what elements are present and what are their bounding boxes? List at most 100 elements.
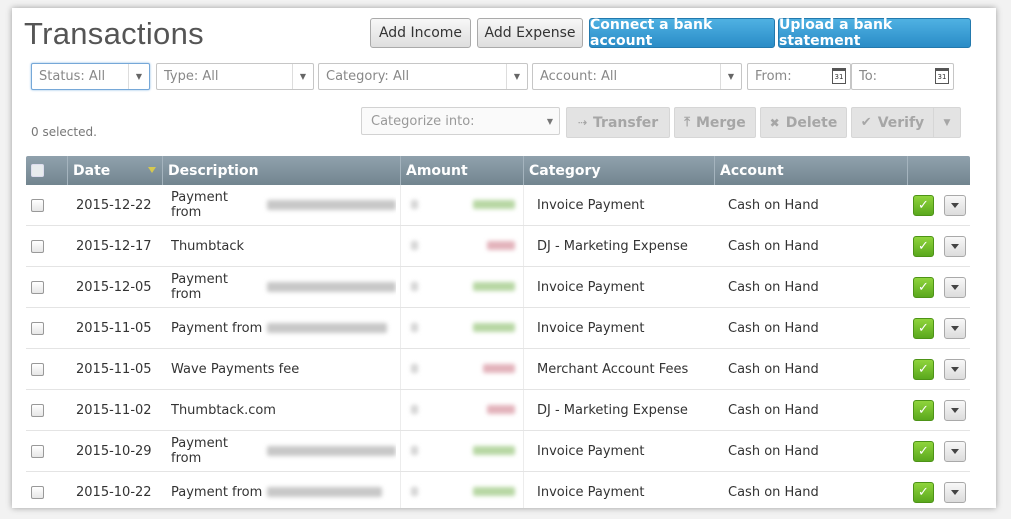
- row-account: Cash on Hand: [728, 267, 898, 307]
- account-text: Cash on Hand: [728, 484, 819, 500]
- row-description[interactable]: Payment from: [171, 431, 396, 471]
- category-filter[interactable]: Category: All ▼: [318, 63, 528, 90]
- row-checkbox-cell: [31, 267, 51, 307]
- calendar-icon[interactable]: 31: [832, 68, 846, 84]
- table-row[interactable]: 2015-12-05 Payment from Invoice Payment …: [26, 267, 970, 308]
- add-expense-button[interactable]: Add Expense: [477, 18, 583, 48]
- row-account: Cash on Hand: [728, 185, 898, 225]
- row-category[interactable]: Invoice Payment: [523, 308, 714, 348]
- account-header-label: Account: [720, 162, 784, 179]
- row-account: Cash on Hand: [728, 472, 898, 508]
- row-checkbox[interactable]: [31, 198, 44, 212]
- to-date-input[interactable]: To: 31: [851, 63, 954, 90]
- row-actions-dropdown[interactable]: [944, 276, 966, 298]
- transfer-arrow-icon: ⇢: [577, 116, 588, 129]
- table-row[interactable]: 2015-12-17 Thumbtack DJ - Marketing Expe…: [26, 226, 970, 267]
- row-category[interactable]: DJ - Marketing Expense: [523, 390, 714, 430]
- row-checkbox[interactable]: [31, 280, 44, 294]
- table-row[interactable]: 2015-12-22 Payment from Invoice Payment …: [26, 185, 970, 226]
- row-description[interactable]: Payment from: [171, 267, 396, 307]
- verify-button[interactable]: ✔ Verify: [851, 107, 934, 138]
- account-text: Cash on Hand: [728, 320, 819, 336]
- table-row[interactable]: 2015-10-22 Payment from Invoice Payment …: [26, 472, 970, 508]
- redacted-amount: [473, 323, 515, 332]
- row-category[interactable]: DJ - Marketing Expense: [523, 226, 714, 266]
- row-menu-cell: [944, 349, 966, 389]
- calendar-icon[interactable]: 31: [935, 68, 949, 84]
- row-category[interactable]: Invoice Payment: [523, 431, 714, 471]
- column-header-date[interactable]: Date: [67, 156, 162, 185]
- table-row[interactable]: 2015-11-05 Wave Payments fee Merchant Ac…: [26, 349, 970, 390]
- from-date-input[interactable]: From: 31: [747, 63, 851, 90]
- column-header-description[interactable]: Description: [162, 156, 400, 185]
- row-category[interactable]: Invoice Payment: [523, 267, 714, 307]
- verified-check-icon[interactable]: ✓: [913, 235, 934, 257]
- redacted-currency: [411, 323, 418, 332]
- row-date: 2015-12-17: [76, 226, 162, 266]
- row-checkbox-cell: [31, 226, 51, 266]
- add-income-button[interactable]: Add Income: [370, 18, 471, 48]
- verified-check-icon[interactable]: ✓: [913, 358, 934, 380]
- connect-bank-account-button[interactable]: Connect a bank account: [589, 17, 775, 49]
- row-description[interactable]: Thumbtack.com: [171, 390, 396, 430]
- date-text: 2015-12-22: [76, 197, 152, 213]
- verify-dropdown-button[interactable]: ▼: [933, 107, 961, 138]
- column-header-account[interactable]: Account: [714, 156, 907, 185]
- row-category[interactable]: Merchant Account Fees: [523, 349, 714, 389]
- type-filter[interactable]: Type: All ▼: [156, 63, 314, 90]
- redacted-currency: [411, 364, 418, 373]
- verified-check-icon[interactable]: ✓: [913, 276, 934, 298]
- row-actions-dropdown[interactable]: [944, 235, 966, 257]
- row-checkbox[interactable]: [31, 239, 44, 253]
- row-date: 2015-11-05: [76, 349, 162, 389]
- row-description[interactable]: Thumbtack: [171, 226, 396, 266]
- row-checkbox-cell: [31, 390, 51, 430]
- row-date: 2015-10-29: [76, 431, 162, 471]
- row-actions-dropdown[interactable]: [944, 481, 966, 503]
- row-category[interactable]: Invoice Payment: [523, 472, 714, 508]
- table-row[interactable]: 2015-11-02 Thumbtack.com DJ - Marketing …: [26, 390, 970, 431]
- row-checkbox[interactable]: [31, 485, 44, 499]
- row-actions-dropdown[interactable]: [944, 317, 966, 339]
- merge-button[interactable]: ⤒ Merge: [674, 107, 756, 138]
- verified-check-icon[interactable]: ✓: [913, 399, 934, 421]
- redacted-name: [267, 487, 383, 497]
- chevron-down-icon: [951, 366, 959, 372]
- column-header-amount[interactable]: Amount: [400, 156, 523, 185]
- row-verify-cell: ✓: [913, 390, 935, 430]
- select-all-checkbox[interactable]: [31, 164, 44, 177]
- row-amount: [400, 185, 524, 225]
- table-header: Date Description Amount Category Account: [26, 156, 970, 185]
- table-row[interactable]: 2015-11-05 Payment from Invoice Payment …: [26, 308, 970, 349]
- account-text: Cash on Hand: [728, 402, 819, 418]
- verify-label: Verify: [877, 114, 925, 131]
- table-row[interactable]: 2015-10-29 Payment from Invoice Payment …: [26, 431, 970, 472]
- verified-check-icon[interactable]: ✓: [913, 194, 934, 216]
- row-checkbox[interactable]: [31, 362, 44, 376]
- row-actions-dropdown[interactable]: [944, 358, 966, 380]
- row-menu-cell: [944, 472, 966, 508]
- verified-check-icon[interactable]: ✓: [913, 440, 934, 462]
- row-description[interactable]: Wave Payments fee: [171, 349, 396, 389]
- row-category[interactable]: Invoice Payment: [523, 185, 714, 225]
- verified-check-icon[interactable]: ✓: [913, 481, 934, 503]
- row-description[interactable]: Payment from: [171, 472, 396, 508]
- verified-check-icon[interactable]: ✓: [913, 317, 934, 339]
- status-filter[interactable]: Status: All ▼: [31, 63, 150, 90]
- row-checkbox[interactable]: [31, 444, 44, 458]
- row-actions-dropdown[interactable]: [944, 440, 966, 462]
- category-text: Invoice Payment: [537, 197, 645, 213]
- row-actions-dropdown[interactable]: [944, 194, 966, 216]
- column-header-category[interactable]: Category: [523, 156, 714, 185]
- redacted-amount: [473, 282, 515, 291]
- row-description[interactable]: Payment from: [171, 308, 396, 348]
- row-description[interactable]: Payment from: [171, 185, 396, 225]
- row-checkbox[interactable]: [31, 321, 44, 335]
- upload-bank-statement-button[interactable]: Upload a bank statement: [778, 17, 971, 49]
- row-actions-dropdown[interactable]: [944, 399, 966, 421]
- categorize-into-select[interactable]: Categorize into: ▼: [361, 107, 560, 135]
- transfer-button[interactable]: ⇢ Transfer: [566, 107, 670, 138]
- account-filter[interactable]: Account: All ▼: [532, 63, 742, 90]
- delete-button[interactable]: ✖ Delete: [760, 107, 847, 138]
- row-checkbox[interactable]: [31, 403, 44, 417]
